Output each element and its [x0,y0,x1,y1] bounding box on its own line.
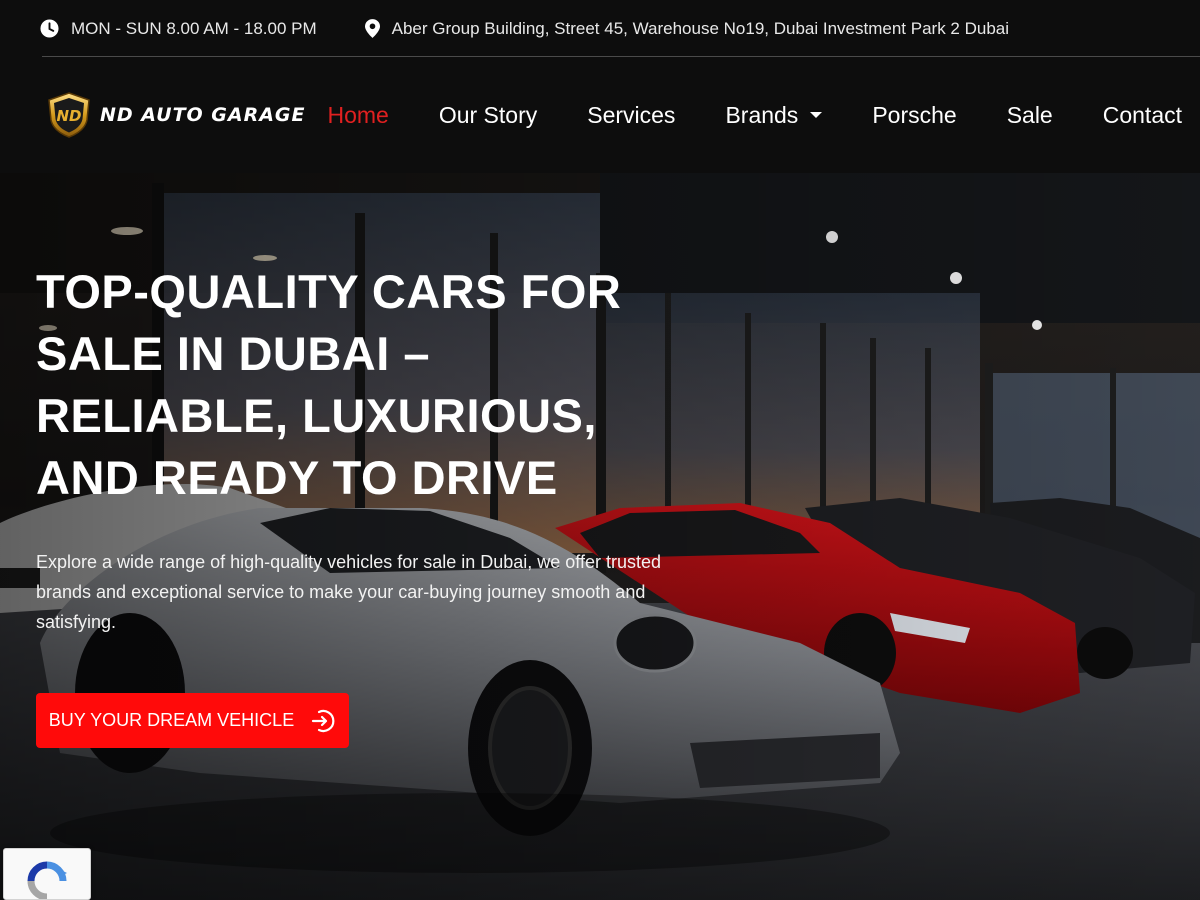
nav-contact-label: Contact [1102,101,1182,128]
nav-our-story-label: Our Story [438,101,538,128]
logo-badge-icon: ND [48,92,90,138]
address: Aber Group Building, Street 45, Warehous… [364,18,1010,39]
arrow-right-circle-icon [312,709,335,732]
nav-home[interactable]: Home [327,102,388,129]
buy-dream-vehicle-label: BUY YOUR DREAM VEHICLE [48,710,295,730]
nav-sale-label: Sale [1006,101,1053,128]
chevron-down-icon [810,112,823,118]
top-info-bar: MON - SUN 8.00 AM - 18.00 PM Aber Group … [0,0,1200,57]
logo-badge-text: ND [56,107,81,125]
recaptcha-badge[interactable] [3,848,91,900]
nav-porsche[interactable]: Porsche [872,102,956,129]
main-navbar: ND ND AUTO GARAGE Home Our Story Service… [0,57,1200,173]
nav-home-label: Home [327,101,389,128]
nav-contact[interactable]: Contact [1103,102,1182,129]
opening-hours-text: MON - SUN 8.00 AM - 18.00 PM [71,18,317,38]
logo-text: ND AUTO GARAGE [100,104,306,126]
opening-hours: MON - SUN 8.00 AM - 18.00 PM [40,19,317,39]
nav-our-story[interactable]: Our Story [439,102,537,129]
hero-section: TOP-QUALITY CARS FOR SALE IN DUBAI – REL… [0,173,1200,900]
primary-nav: Home Our Story Services Brands Porsche S… [327,57,1200,173]
hero-headline: TOP-QUALITY CARS FOR SALE IN DUBAI – REL… [36,265,622,504]
address-text: Aber Group Building, Street 45, Warehous… [391,18,1010,38]
site-logo[interactable]: ND ND AUTO GARAGE [48,92,306,138]
map-pin-icon [364,19,380,38]
nav-brands[interactable]: Brands [725,101,823,129]
nav-brands-label: Brands [725,101,799,128]
hero-lead-text: Explore a wide range of high-quality veh… [36,552,662,632]
nav-sale[interactable]: Sale [1007,102,1053,129]
nav-services-label: Services [587,101,676,128]
recaptcha-icon [27,861,67,899]
buy-dream-vehicle-button[interactable]: BUY YOUR DREAM VEHICLE [36,693,349,748]
nav-porsche-label: Porsche [872,101,957,128]
nav-services[interactable]: Services [587,102,675,129]
clock-icon [40,19,59,38]
